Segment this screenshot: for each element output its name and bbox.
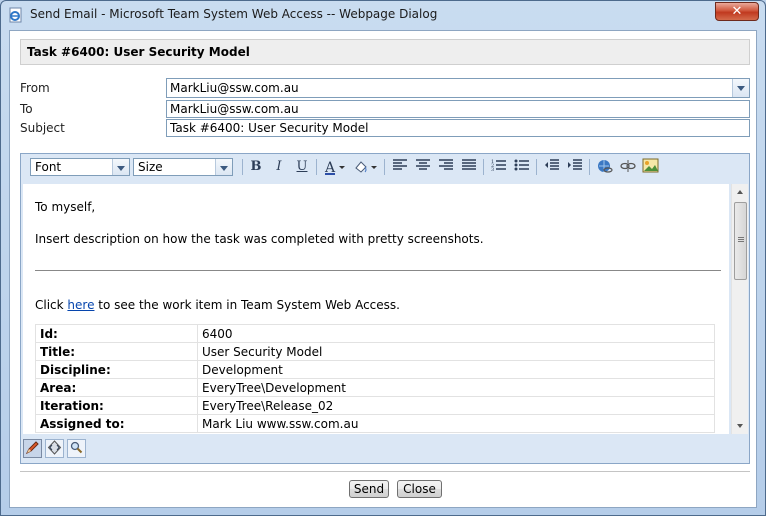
align-right-icon[interactable] [436,158,456,177]
size-select-value: Size [138,160,163,174]
from-select[interactable]: MarkLiu@ssw.com.au [166,78,750,98]
scrollbar-thumb[interactable] [734,202,747,280]
table-row: Area: EveryTree\Development [35,378,715,397]
bullet-list-icon[interactable] [512,158,532,177]
task-title: Task #6400: User Security Model [27,45,250,59]
indent-icon[interactable] [565,158,585,177]
size-select[interactable]: Size [133,158,233,176]
instruction-text: Insert description on how the task was c… [35,232,484,246]
table-row: Assigned to: Mark Liu www.ssw.com.au [35,414,715,433]
numbered-list-icon[interactable]: 123 [489,158,509,177]
bold-icon[interactable]: B [246,158,266,177]
font-select[interactable]: Font [30,158,130,176]
svg-text:3: 3 [491,167,494,172]
html-mode-icon[interactable] [45,439,64,458]
to-field[interactable] [166,100,750,118]
send-button[interactable]: Send [349,480,389,498]
row-value: Development [197,360,715,379]
row-key: Id: [35,324,198,343]
insert-link-icon[interactable] [595,158,615,177]
subject-label: Subject [20,121,65,135]
highlight-color-icon[interactable] [352,158,380,177]
footer-divider [20,471,750,472]
align-left-icon[interactable] [390,158,410,177]
to-label: To [20,102,33,116]
toolbar-separator [384,159,385,175]
toolbar-separator [316,159,317,175]
editor-scrollbar[interactable] [731,184,748,434]
underline-icon[interactable]: U [292,158,312,177]
from-value: MarkLiu@ssw.com.au [170,81,299,95]
insert-image-icon[interactable] [641,158,661,177]
row-value: 6400 [197,324,715,343]
editor-toolbar: Font Size B I U A 1 2 3 [21,154,749,182]
font-select-value: Font [35,160,62,174]
italic-icon[interactable]: I [269,158,289,177]
preview-mode-icon[interactable] [67,439,86,458]
table-row: Id: 6400 [35,324,715,343]
design-mode-icon[interactable] [23,439,42,458]
table-row: Discipline: Development [35,360,715,379]
remove-link-icon[interactable] [618,158,638,177]
task-header: Task #6400: User Security Model [20,39,750,65]
link-prefix-text: Click [35,298,68,312]
row-key: Title: [35,342,198,361]
greeting-text: To myself, [35,200,96,214]
ie-page-icon [9,7,22,23]
toolbar-separator [242,159,243,175]
editor-content[interactable]: To myself, Insert description on how the… [23,184,729,434]
row-value: EveryTree\Release_02 [197,396,715,415]
row-value: Mark Liu www.ssw.com.au [197,414,715,433]
window-close-button[interactable]: ✕ [715,2,759,21]
chevron-down-icon[interactable] [732,79,749,97]
table-row: Iteration: EveryTree\Release_02 [35,396,715,415]
justify-icon[interactable] [459,158,479,177]
horizontal-rule [35,270,721,271]
chevron-down-icon[interactable] [215,159,232,175]
toolbar-separator [483,159,484,175]
row-key: Assigned to: [35,414,198,433]
work-item-link-line: Click here to see the work item in Team … [35,298,400,312]
toolbar-separator [536,159,537,175]
window-title: Send Email - Microsoft Team System Web A… [30,7,438,21]
link-suffix-text: to see the work item in Team System Web … [94,298,400,312]
toolbar-separator [589,159,590,175]
work-item-table: Id: 6400 Title: User Security Model Discip… [35,324,715,433]
close-button[interactable]: Close [397,480,442,498]
row-key: Iteration: [35,396,198,415]
font-color-icon[interactable]: A [322,158,350,177]
subject-field[interactable] [166,119,750,137]
align-center-icon[interactable] [413,158,433,177]
rich-text-editor: Font Size B I U A 1 2 3 To myself, Inser… [20,153,750,464]
row-value: EveryTree\Development [197,378,715,397]
row-key: Area: [35,378,198,397]
scroll-up-icon[interactable] [732,184,749,201]
dialog-window: Send Email - Microsoft Team System Web A… [0,0,766,516]
scroll-down-icon[interactable] [732,417,749,434]
row-value: User Security Model [197,342,715,361]
row-key: Discipline: [35,360,198,379]
chevron-down-icon[interactable] [112,159,129,175]
title-bar[interactable]: Send Email - Microsoft Team System Web A… [1,1,765,29]
editor-mode-bar [21,436,749,463]
dialog-client: Task #6400: User Security Model From Mar… [9,30,757,508]
table-row: Title: User Security Model [35,342,715,361]
grip-icon [738,237,744,238]
outdent-icon[interactable] [542,158,562,177]
from-label: From [20,81,50,95]
work-item-link[interactable]: here [67,298,94,312]
